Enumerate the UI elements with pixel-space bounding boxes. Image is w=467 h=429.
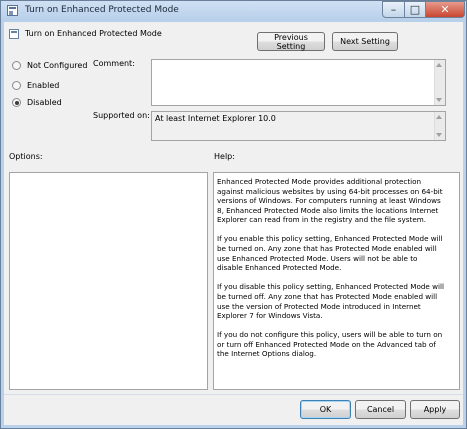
scroll-up-icon[interactable] (436, 115, 442, 119)
radio-disabled[interactable]: Disabled (12, 98, 62, 107)
options-panel (9, 172, 208, 390)
radio-button-selected-icon[interactable] (12, 98, 21, 107)
help-paragraph: Enhanced Protected Mode provides additio… (217, 177, 443, 225)
supported-on-value: At least Internet Explorer 10.0 (155, 114, 276, 123)
cancel-button[interactable]: Cancel (355, 400, 406, 419)
policy-dialog-window: Turn on Enhanced Protected Mode – □ ✕ Tu… (0, 0, 467, 429)
comment-label: Comment: (93, 59, 135, 68)
comment-textarea[interactable] (151, 59, 446, 106)
scroll-up-icon[interactable] (436, 63, 442, 67)
radio-label-not-configured: Not Configured (27, 61, 88, 70)
close-button[interactable]: ✕ (425, 1, 465, 18)
radio-not-configured[interactable]: Not Configured (12, 61, 87, 70)
radio-button-icon[interactable] (12, 81, 21, 90)
help-paragraph: If you disable this policy setting, Enha… (217, 282, 444, 321)
help-paragraph: If you enable this policy setting, Enhan… (217, 234, 443, 273)
help-label: Help: (214, 152, 235, 161)
radio-label-enabled: Enabled (27, 81, 60, 90)
options-label: Options: (9, 152, 43, 161)
policy-title: Turn on Enhanced Protected Mode (25, 29, 162, 38)
maximize-button[interactable]: □ (404, 1, 426, 18)
ok-button[interactable]: OK (300, 400, 351, 419)
dialog-client-area: Turn on Enhanced Protected Mode Previous… (4, 22, 463, 425)
radio-button-icon[interactable] (12, 61, 21, 70)
window-title: Turn on Enhanced Protected Mode (25, 5, 179, 15)
footer-divider (4, 394, 463, 395)
policy-setting-icon (9, 29, 19, 39)
next-setting-button[interactable]: Next Setting (332, 32, 398, 51)
apply-button[interactable]: Apply (410, 400, 460, 419)
supported-on-label: Supported on: (93, 111, 150, 120)
minimize-button[interactable]: – (382, 1, 405, 18)
supported-on-field: At least Internet Explorer 10.0 (151, 111, 446, 141)
maximize-icon: □ (409, 3, 421, 16)
close-icon: ✕ (440, 3, 450, 16)
help-panel: Enhanced Protected Mode provides additio… (213, 172, 460, 390)
title-bar[interactable]: Turn on Enhanced Protected Mode – □ ✕ (1, 1, 466, 21)
previous-setting-button[interactable]: Previous Setting (257, 32, 325, 51)
radio-enabled[interactable]: Enabled (12, 81, 59, 90)
policy-app-icon (7, 5, 18, 16)
scroll-down-icon[interactable] (436, 98, 442, 102)
comment-scrollbar[interactable] (434, 60, 445, 105)
help-paragraph: If you do not configure this policy, use… (217, 330, 443, 359)
scroll-down-icon[interactable] (436, 133, 442, 137)
radio-label-disabled: Disabled (27, 98, 62, 107)
supported-scrollbar[interactable] (434, 112, 445, 140)
minimize-icon: – (390, 3, 397, 16)
